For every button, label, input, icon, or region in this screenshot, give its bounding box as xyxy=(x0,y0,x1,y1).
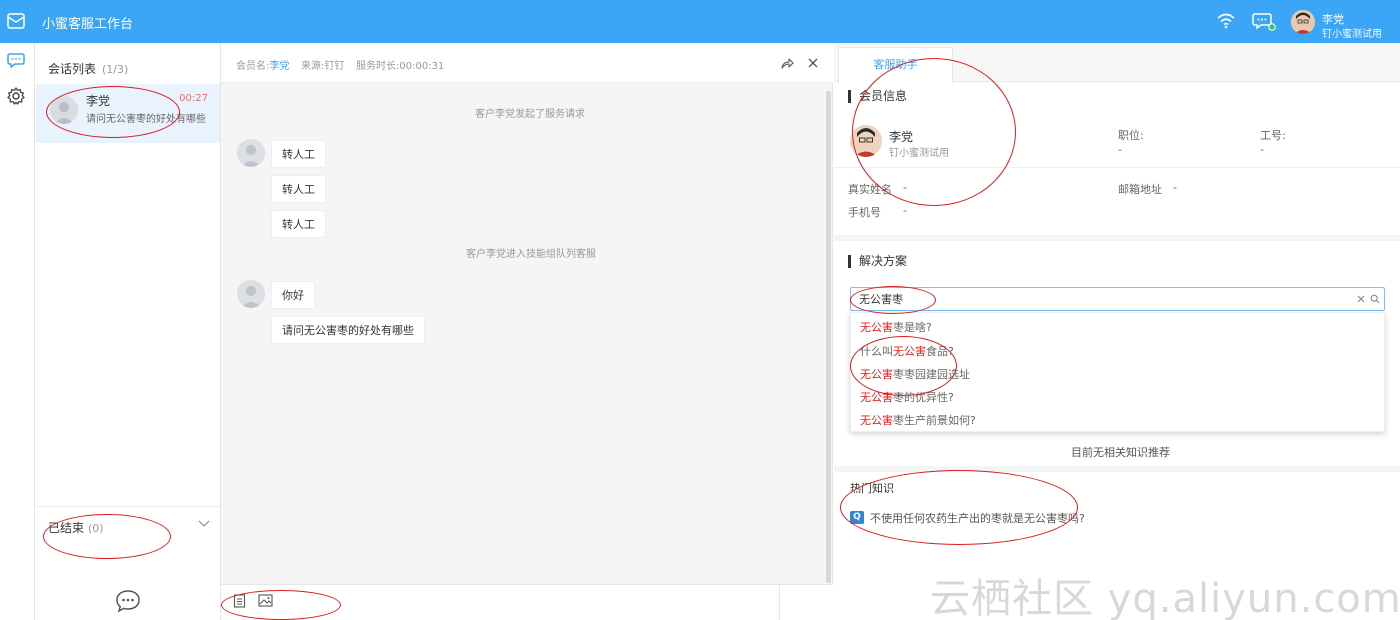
session-count: (1/3) xyxy=(102,63,129,76)
member-meta: 会员名:李党 xyxy=(236,57,289,72)
annotation-circle xyxy=(221,590,341,620)
clear-icon[interactable] xyxy=(1356,294,1366,304)
email-value: - xyxy=(1173,181,1177,194)
phone-value: - xyxy=(903,204,907,217)
annotation-circle xyxy=(850,336,957,396)
suggestion-item[interactable]: 无公害枣生产前景如何? xyxy=(860,412,976,428)
suggestion-rest: 枣是啥? xyxy=(893,321,932,334)
session-list-header: 会话列表 (1/3) xyxy=(48,60,128,77)
top-bar: 小蜜客服工作台 李党 钉小蜜测试用 xyxy=(0,0,1400,43)
chat-message: 转人工 xyxy=(271,140,326,168)
email-label: 邮箱地址 xyxy=(1118,183,1162,196)
wifi-icon[interactable] xyxy=(1216,12,1236,30)
solution-title: 解决方案 xyxy=(848,255,907,268)
chevron-down-icon[interactable] xyxy=(198,519,210,529)
section-separator xyxy=(834,235,1400,241)
annotation-circle xyxy=(43,514,171,559)
chat-status-icon[interactable] xyxy=(1252,11,1276,33)
suggestion-highlight: 无公害 xyxy=(860,414,893,427)
phone-label: 手机号 xyxy=(848,206,881,219)
chat-message: 你好 xyxy=(271,281,315,309)
member-value[interactable]: 李党 xyxy=(269,61,289,72)
chat-panel: 会员名:李党 来源:钉钉 服务时长:00:00:31 客户李党发起了服务请求 转… xyxy=(221,43,833,620)
user-org: 钉小蜜测试用 xyxy=(1322,29,1382,40)
chat-nav-icon[interactable] xyxy=(6,51,26,71)
settings-gear-icon[interactable] xyxy=(6,86,26,106)
share-icon[interactable] xyxy=(780,56,794,70)
chat-bubble-icon[interactable] xyxy=(115,589,141,613)
duration-value: 00:00:31 xyxy=(399,61,445,72)
user-avatar[interactable] xyxy=(1291,10,1315,34)
chat-scrollbar[interactable] xyxy=(826,91,831,583)
session-time: 00:27 xyxy=(179,93,208,104)
chat-message: 请问无公害枣的好处有哪些 xyxy=(271,316,425,344)
left-rail xyxy=(0,43,35,620)
annotation-circle xyxy=(850,286,936,314)
customer-avatar xyxy=(237,280,265,308)
source-meta: 来源:钉钉 xyxy=(301,57,344,72)
employee-no-value: - xyxy=(1260,143,1264,156)
position-label: 职位: xyxy=(1118,129,1144,142)
duration-meta: 服务时长:00:00:31 xyxy=(356,57,444,72)
source-value: 钉钉 xyxy=(324,61,345,72)
session-list-title: 会话列表 xyxy=(48,62,97,76)
annotation-circle xyxy=(852,58,1016,206)
watermark-text: 云栖社区 yq.aliyun.com xyxy=(930,576,1400,620)
no-recommend-text: 目前无相关知识推荐 xyxy=(1071,446,1170,459)
search-icon[interactable] xyxy=(1370,294,1380,304)
suggestion-rest: 枣生产前景如何? xyxy=(893,414,976,427)
annotation-circle xyxy=(840,470,1078,545)
app-logo-icon xyxy=(7,13,25,29)
position-value: - xyxy=(1118,143,1122,156)
employee-no-label: 工号: xyxy=(1260,129,1286,142)
close-icon[interactable] xyxy=(806,56,820,70)
source-label: 来源: xyxy=(301,61,325,72)
system-message: 客户李党发起了服务请求 xyxy=(475,109,585,120)
suggestion-highlight: 无公害 xyxy=(860,321,893,334)
suggestion-item[interactable]: 无公害枣是啥? xyxy=(860,319,932,335)
customer-avatar xyxy=(237,139,265,167)
duration-label: 服务时长: xyxy=(356,61,400,72)
chat-message: 转人工 xyxy=(271,175,326,203)
app-title: 小蜜客服工作台 xyxy=(42,17,134,32)
member-label: 会员名: xyxy=(236,61,270,72)
annotation-circle xyxy=(46,86,180,138)
chat-message: 转人工 xyxy=(271,210,326,238)
composer-divider xyxy=(779,585,780,620)
system-message: 客户李党进入技能组队列客服 xyxy=(466,249,596,260)
chat-header: 会员名:李党 来源:钉钉 服务时长:00:00:31 xyxy=(221,43,833,83)
